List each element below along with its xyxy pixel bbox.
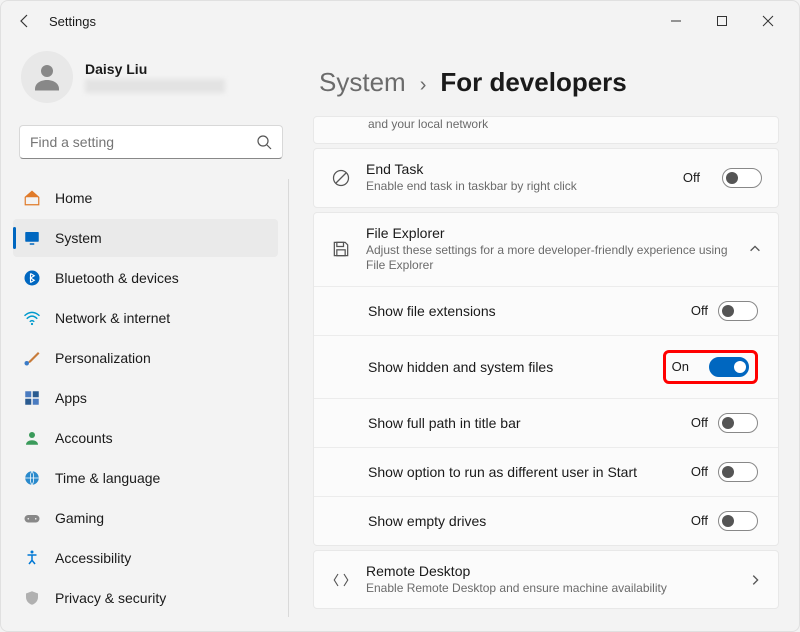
accessibility-icon bbox=[23, 549, 41, 567]
person-icon bbox=[23, 429, 41, 447]
toggle-switch[interactable] bbox=[709, 357, 749, 377]
maximize-button[interactable] bbox=[699, 5, 745, 37]
sidebar-item-person[interactable]: Accounts bbox=[13, 419, 278, 457]
bluetooth-icon bbox=[23, 269, 41, 287]
breadcrumb: System › For developers bbox=[313, 41, 779, 116]
search-box[interactable] bbox=[19, 125, 283, 159]
toggle-switch[interactable] bbox=[718, 462, 758, 482]
sidebar-item-label: Network & internet bbox=[55, 310, 170, 326]
toggle-switch[interactable] bbox=[718, 301, 758, 321]
file-explorer-option: Show full path in title barOff bbox=[314, 398, 778, 447]
sidebar-item-label: Bluetooth & devices bbox=[55, 270, 179, 286]
app-title: Settings bbox=[49, 14, 96, 29]
search-input[interactable] bbox=[30, 134, 256, 150]
chevron-up-icon bbox=[748, 242, 762, 256]
highlight-box: On bbox=[663, 350, 758, 384]
end-task-sub: Enable end task in taskbar by right clic… bbox=[366, 179, 669, 195]
sidebar-item-label: Privacy & security bbox=[55, 590, 166, 606]
wifi-icon bbox=[23, 309, 41, 327]
file-explorer-sub: Adjust these settings for a more develop… bbox=[366, 243, 734, 274]
toggle-state: Off bbox=[691, 464, 708, 479]
sidebar-item-label: Personalization bbox=[55, 350, 151, 366]
file-explorer-title: File Explorer bbox=[366, 225, 734, 241]
shield-icon bbox=[23, 589, 41, 607]
sidebar-item-home[interactable]: Home bbox=[13, 179, 278, 217]
end-task-card: End Task Enable end task in taskbar by r… bbox=[313, 148, 779, 208]
toggle-switch[interactable] bbox=[718, 511, 758, 531]
sidebar-item-label: Home bbox=[55, 190, 92, 206]
toggle-label: Show file extensions bbox=[368, 302, 691, 320]
toggle-state: Off bbox=[691, 303, 708, 318]
toggle-label: Show empty drives bbox=[368, 512, 691, 530]
search-icon bbox=[256, 134, 272, 150]
apps-icon bbox=[23, 389, 41, 407]
toggle-label: Show hidden and system files bbox=[368, 358, 663, 376]
sidebar-item-bluetooth[interactable]: Bluetooth & devices bbox=[13, 259, 278, 297]
sidebar-item-label: System bbox=[55, 230, 102, 246]
toggle-switch[interactable] bbox=[718, 413, 758, 433]
nav: Home System Bluetooth & devices Network & i… bbox=[13, 179, 289, 617]
user-email-redacted bbox=[85, 79, 225, 93]
no-icon bbox=[330, 167, 352, 189]
file-explorer-header[interactable]: File Explorer Adjust these settings for … bbox=[314, 213, 778, 286]
file-explorer-option: Show file extensionsOff bbox=[314, 286, 778, 335]
toggle-label: Show option to run as different user in … bbox=[368, 463, 691, 481]
toggle-state: On bbox=[672, 359, 689, 374]
remote-desktop-title: Remote Desktop bbox=[366, 563, 734, 579]
breadcrumb-parent[interactable]: System bbox=[319, 67, 406, 98]
sidebar-item-label: Time & language bbox=[55, 470, 160, 486]
minimize-button[interactable] bbox=[653, 5, 699, 37]
file-explorer-card: File Explorer Adjust these settings for … bbox=[313, 212, 779, 546]
sidebar-item-globe[interactable]: Time & language bbox=[13, 459, 278, 497]
end-task-state: Off bbox=[683, 170, 700, 185]
toggle-label: Show full path in title bar bbox=[368, 414, 691, 432]
remote-icon bbox=[330, 569, 352, 591]
toggle-state: Off bbox=[691, 513, 708, 528]
close-button[interactable] bbox=[745, 5, 791, 37]
sidebar-item-brush[interactable]: Personalization bbox=[13, 339, 278, 377]
file-explorer-option: Show option to run as different user in … bbox=[314, 447, 778, 496]
home-icon bbox=[23, 189, 41, 207]
remote-desktop-sub: Enable Remote Desktop and ensure machine… bbox=[366, 581, 734, 597]
globe-icon bbox=[23, 469, 41, 487]
remote-desktop-header[interactable]: Remote Desktop Enable Remote Desktop and… bbox=[314, 551, 778, 609]
sidebar-item-apps[interactable]: Apps bbox=[13, 379, 278, 417]
partial-note: and your local network bbox=[314, 117, 778, 143]
user-profile[interactable]: Daisy Liu bbox=[13, 41, 289, 107]
file-explorer-option: Show hidden and system files On bbox=[314, 335, 778, 398]
sidebar-item-label: Accessibility bbox=[55, 550, 131, 566]
end-task-toggle[interactable] bbox=[722, 168, 762, 188]
chevron-right-icon: › bbox=[420, 74, 427, 97]
sidebar-item-wifi[interactable]: Network & internet bbox=[13, 299, 278, 337]
gamepad-icon bbox=[23, 509, 41, 527]
system-icon bbox=[23, 229, 41, 247]
main-panel: System › For developers and your local n… bbox=[301, 41, 799, 631]
sidebar-item-system[interactable]: System bbox=[13, 219, 278, 257]
breadcrumb-current: For developers bbox=[440, 67, 626, 98]
sidebar-item-shield[interactable]: Privacy & security bbox=[13, 579, 278, 617]
sidebar-item-label: Gaming bbox=[55, 510, 104, 526]
remote-desktop-card: Remote Desktop Enable Remote Desktop and… bbox=[313, 550, 779, 610]
sidebar-item-label: Apps bbox=[55, 390, 87, 406]
sidebar-item-label: Accounts bbox=[55, 430, 113, 446]
avatar bbox=[21, 51, 73, 103]
end-task-title: End Task bbox=[366, 161, 669, 177]
chevron-right-icon bbox=[748, 573, 762, 587]
brush-icon bbox=[23, 349, 41, 367]
back-button[interactable] bbox=[9, 5, 41, 37]
save-icon bbox=[330, 238, 352, 260]
sidebar-item-accessibility[interactable]: Accessibility bbox=[13, 539, 278, 577]
user-name: Daisy Liu bbox=[85, 61, 225, 77]
partial-card: and your local network bbox=[313, 116, 779, 144]
sidebar-item-gamepad[interactable]: Gaming bbox=[13, 499, 278, 537]
file-explorer-option: Show empty drivesOff bbox=[314, 496, 778, 545]
toggle-state: Off bbox=[691, 415, 708, 430]
sidebar: Daisy Liu Home System Bluetooth & devices N… bbox=[1, 41, 301, 631]
end-task-header[interactable]: End Task Enable end task in taskbar by r… bbox=[314, 149, 778, 207]
